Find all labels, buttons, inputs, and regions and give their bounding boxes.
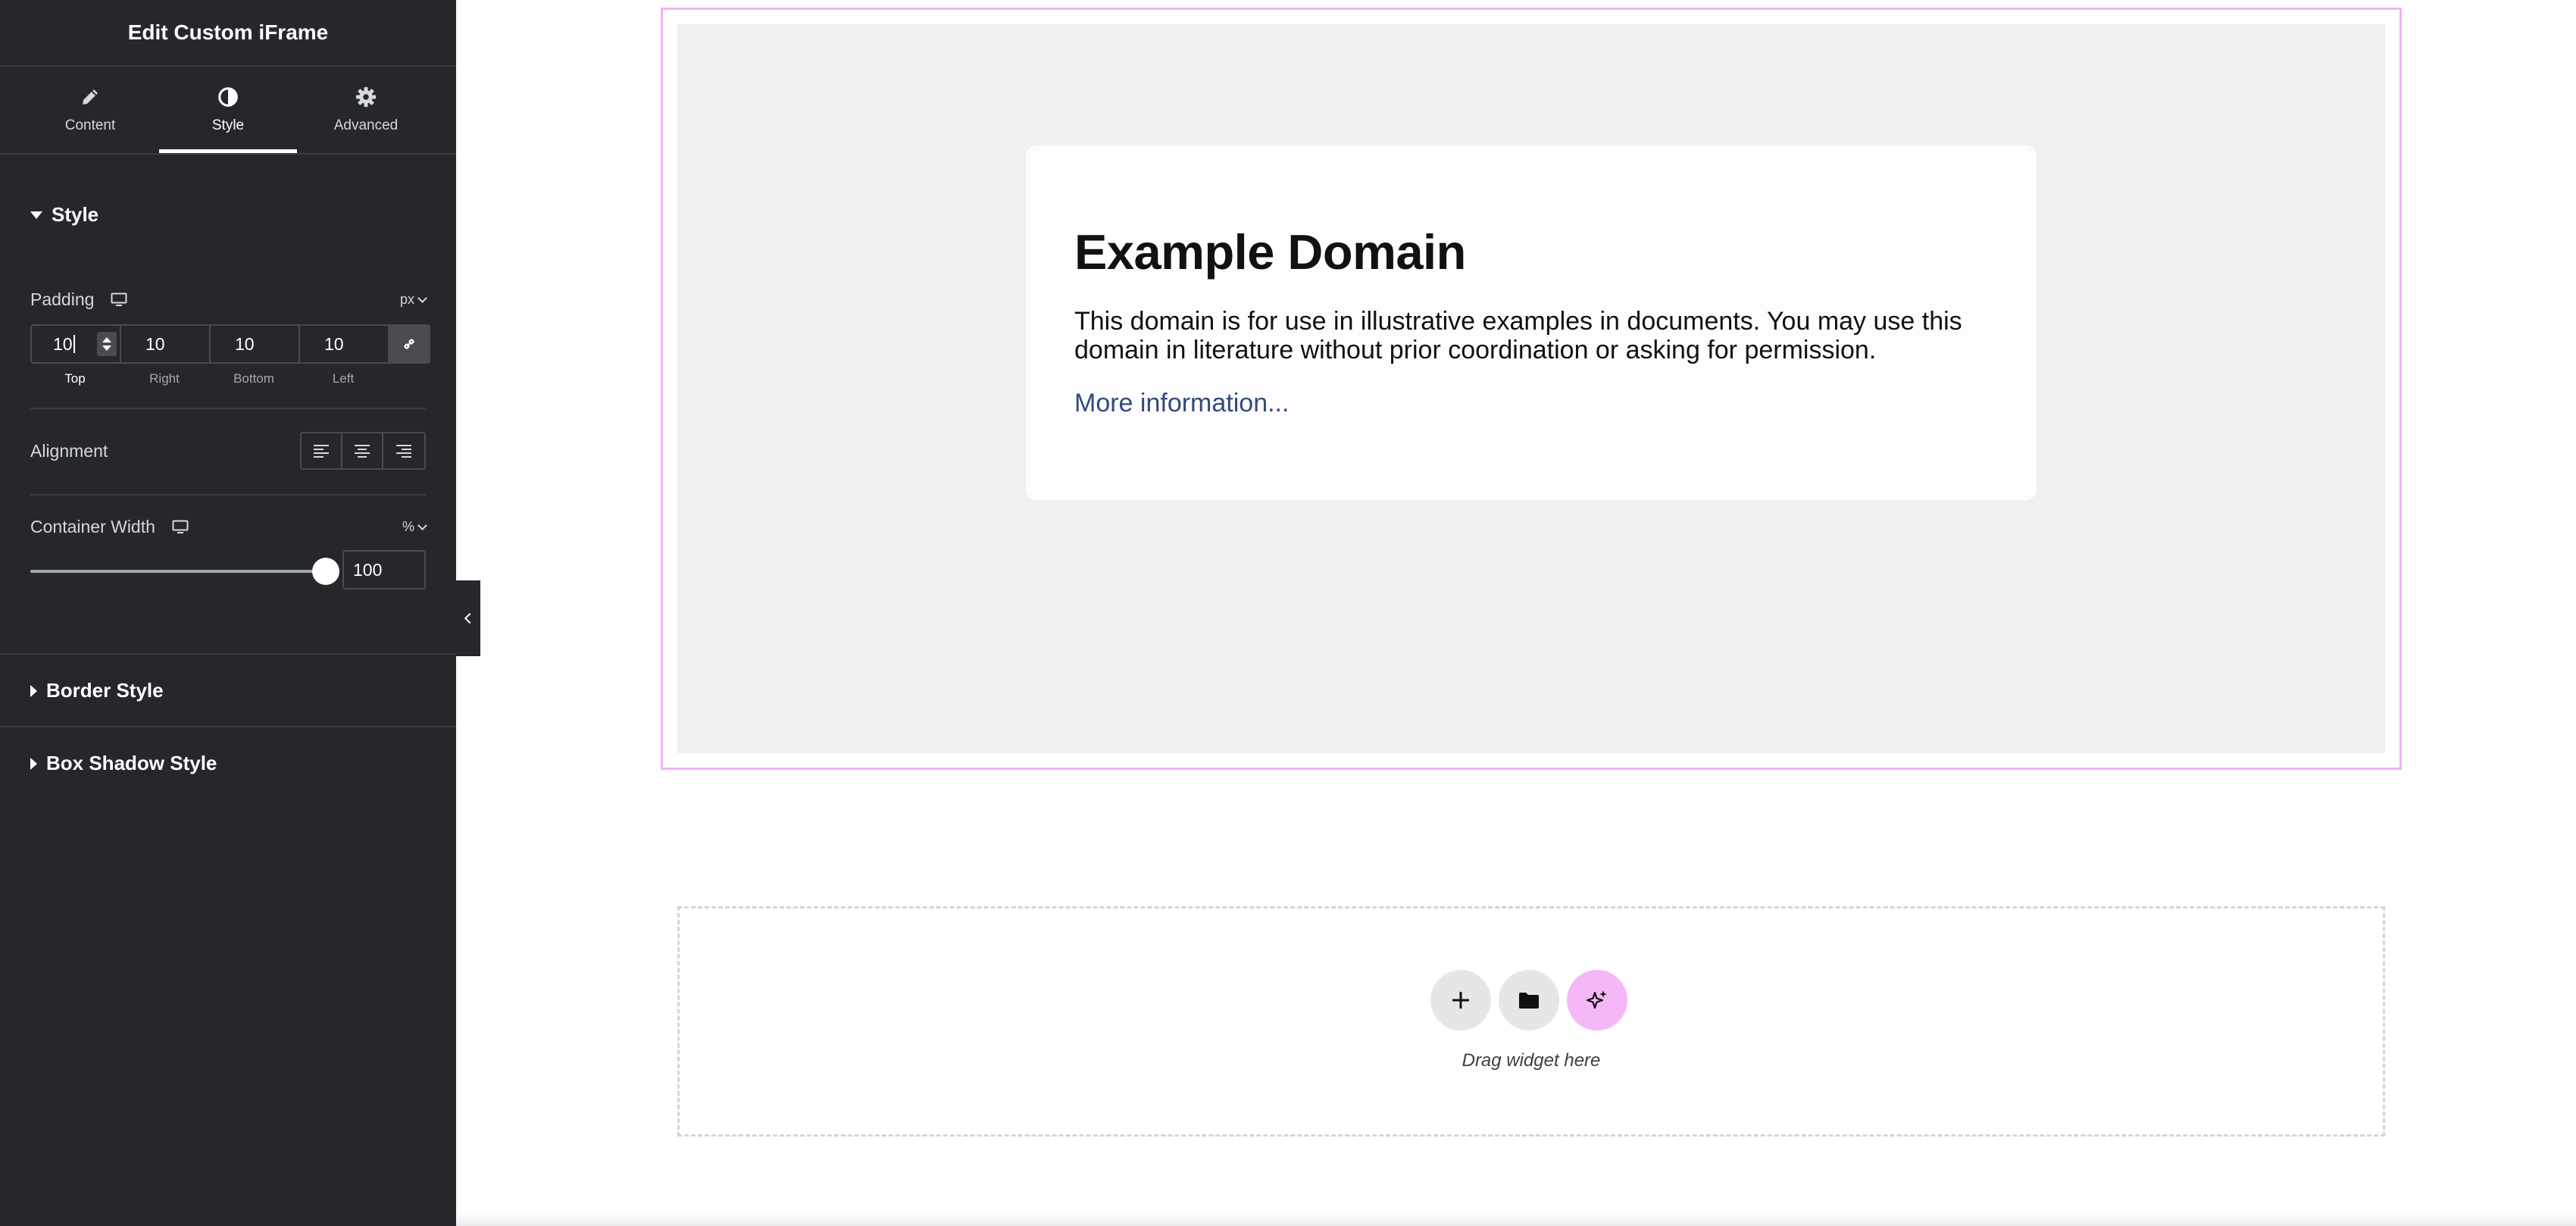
container-width-slider[interactable] <box>30 558 339 585</box>
collapse-panel-button[interactable] <box>456 580 480 656</box>
section-title: Box Shadow Style <box>46 752 217 774</box>
padding-bottom-value: 10 <box>235 333 255 354</box>
container-width-value: 100 <box>353 559 383 580</box>
padding-right-value: 10 <box>145 333 165 354</box>
tab-label: Style <box>211 117 245 133</box>
iframe-content-card: Example Domain This domain is for use in… <box>1026 145 2037 500</box>
more-information-link[interactable]: More information... <box>1074 389 1289 418</box>
sparkles-icon <box>1586 990 1607 1009</box>
divider <box>30 494 426 496</box>
align-center-icon <box>355 445 370 458</box>
editor-panel: Edit Custom iFrame Content Style Advance… <box>0 0 456 1226</box>
contrast-icon <box>218 87 238 107</box>
slider-fill <box>30 570 326 573</box>
caret-right-icon <box>30 757 37 770</box>
iframe-body-text: This domain is for use in illustrative e… <box>1074 307 1962 364</box>
align-right-button[interactable] <box>383 433 424 468</box>
tab-label: Advanced <box>333 117 399 133</box>
divider <box>0 653 456 655</box>
padding-bottom-input[interactable]: 10 <box>209 324 299 364</box>
unit-label: px <box>399 292 414 307</box>
template-library-button[interactable] <box>1499 970 1559 1031</box>
alignment-buttons <box>300 432 426 470</box>
panel-title: Edit Custom iFrame <box>0 0 456 67</box>
tab-label: Content <box>64 117 116 133</box>
padding-right-input[interactable]: 10 <box>120 324 209 364</box>
section-title: Style <box>52 203 99 226</box>
tab-content[interactable]: Content <box>21 67 159 153</box>
alignment-label: Alignment <box>30 440 108 461</box>
padding-top-input[interactable]: 10 <box>30 324 120 364</box>
chevron-down-icon <box>417 293 427 303</box>
folder-icon <box>1519 993 1539 1009</box>
tab-style[interactable]: Style <box>159 67 297 153</box>
padding-control: Padding px <box>0 289 456 310</box>
section-title: Border Style <box>46 679 164 702</box>
chevron-down-icon <box>417 521 427 530</box>
chevron-left-icon <box>464 612 476 624</box>
add-section-button[interactable] <box>1430 970 1491 1031</box>
label-right: Right <box>149 371 180 386</box>
divider <box>0 726 456 727</box>
label-top: Top <box>64 371 86 386</box>
padding-inputs: 10 10 10 10 <box>30 324 430 364</box>
text-cursor <box>73 335 75 353</box>
link-icon <box>404 339 414 349</box>
container-width-label: Container Width <box>30 517 155 536</box>
slider-handle[interactable] <box>312 558 339 585</box>
link-values-button[interactable] <box>388 324 430 364</box>
label-bottom: Bottom <box>233 371 274 386</box>
drop-zone-hint: Drag widget here <box>1462 1050 1601 1071</box>
container-width-control: Container Width % <box>0 517 456 537</box>
stepper-icon[interactable] <box>97 332 117 356</box>
plus-icon <box>1452 992 1469 1009</box>
container-width-input[interactable]: 100 <box>342 550 426 590</box>
gear-icon <box>355 86 377 108</box>
panel-tabs: Content Style Advanced <box>0 67 456 155</box>
align-left-button[interactable] <box>302 433 342 468</box>
unit-label: % <box>402 519 414 534</box>
desktop-icon[interactable] <box>111 292 127 308</box>
drop-zone-buttons <box>1430 970 1627 1031</box>
divider <box>30 408 426 409</box>
padding-unit-select[interactable]: px <box>399 292 427 308</box>
align-left-icon <box>314 445 329 458</box>
width-unit-select[interactable]: % <box>402 519 427 535</box>
align-center-button[interactable] <box>342 433 383 468</box>
align-right-icon <box>396 445 411 458</box>
caret-right-icon <box>30 684 37 697</box>
ai-assistant-button[interactable] <box>1567 970 1627 1031</box>
label-left: Left <box>332 371 355 386</box>
style-section-toggle[interactable]: Style <box>0 203 129 227</box>
padding-left-input[interactable]: 10 <box>299 324 388 364</box>
padding-top-value: 10 <box>53 333 73 354</box>
pencil-icon <box>83 89 98 105</box>
border-style-section-toggle[interactable]: Border Style <box>0 679 194 702</box>
caret-down-icon <box>30 211 42 219</box>
desktop-icon[interactable] <box>172 520 189 535</box>
iframe-heading: Example Domain <box>1074 224 1466 280</box>
bottom-shadow <box>456 1212 2576 1226</box>
box-shadow-section-toggle[interactable]: Box Shadow Style <box>0 752 247 775</box>
tab-advanced[interactable]: Advanced <box>297 67 435 153</box>
padding-labels: Top Right Bottom Left <box>30 371 388 386</box>
padding-label: Padding <box>30 289 95 309</box>
padding-left-value: 10 <box>324 333 344 354</box>
alignment-control: Alignment <box>0 430 456 471</box>
